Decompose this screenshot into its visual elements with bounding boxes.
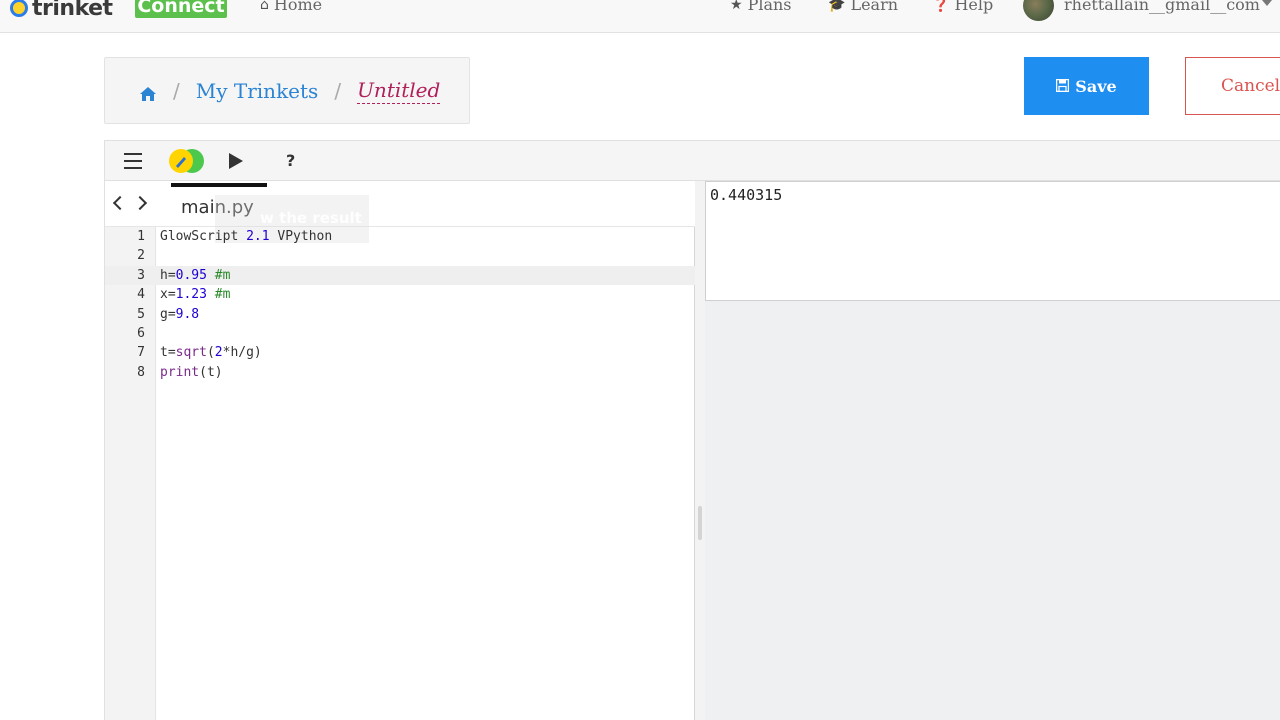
- glowscript-engine-icon[interactable]: [168, 148, 206, 174]
- nav-home-link[interactable]: ⌂ Home: [260, 0, 322, 14]
- tooltip-text: w the result: [260, 209, 362, 227]
- line-number: 6: [137, 325, 145, 341]
- output-text: 0.440315: [710, 186, 783, 204]
- line-number: 4: [137, 287, 145, 303]
- active-tab-indicator: [171, 183, 267, 187]
- code-area[interactable]: 1 GlowScript 2.1 VPython 2 3 h=0.95 #m 4 x=1.2…: [105, 227, 695, 382]
- user-menu[interactable]: rhettallain__gmail__com: [1064, 0, 1260, 14]
- code-line[interactable]: 7 t=sqrt(2*h/g): [105, 343, 695, 362]
- code-line[interactable]: 1 GlowScript 2.1 VPython: [105, 227, 695, 246]
- editor-toolbar: ?: [104, 140, 1280, 181]
- chevron-left-icon[interactable]: [112, 195, 128, 211]
- breadcrumb: / My Trinkets / Untitled: [104, 57, 470, 124]
- breadcrumb-my-trinkets[interactable]: My Trinkets: [196, 79, 319, 103]
- code-line[interactable]: 6: [105, 324, 695, 343]
- nav-learn-label: Learn: [850, 0, 899, 14]
- line-number: 5: [137, 306, 145, 322]
- code-line[interactable]: 4 x=1.23 #m: [105, 285, 695, 304]
- top-nav: trinket Connect ⌂ Home ★ Plans 🎓 Learn ❓…: [0, 0, 1280, 33]
- chevron-down-icon[interactable]: [1262, 0, 1272, 6]
- nav-home-label: Home: [273, 0, 323, 14]
- code-text: print(t): [160, 364, 223, 380]
- chevron-right-icon[interactable]: [132, 195, 148, 211]
- nav-plans-label: Plans: [747, 0, 792, 14]
- code-line[interactable]: 5 g=9.8: [105, 305, 695, 324]
- nav-help-link[interactable]: ❓ Help: [932, 0, 993, 14]
- avatar[interactable]: [1023, 0, 1054, 21]
- file-tab-bar: main.py w the result: [105, 181, 695, 243]
- line-number: 2: [137, 248, 145, 264]
- line-number: 1: [137, 229, 145, 244]
- code-editor-pane: main.py w the result 1 GlowScript 2.1 VPy…: [104, 181, 695, 720]
- cancel-button[interactable]: Cancel: [1185, 57, 1280, 115]
- hamburger-menu-icon[interactable]: [124, 153, 142, 169]
- nav-plans-link[interactable]: ★ Plans: [730, 0, 792, 14]
- code-line[interactable]: 2: [105, 246, 695, 265]
- username: rhettallain__gmail__com: [1064, 0, 1260, 14]
- connect-badge[interactable]: Connect: [135, 0, 227, 18]
- home-icon[interactable]: [139, 83, 157, 101]
- trinket-title[interactable]: Untitled: [357, 78, 441, 104]
- help-button[interactable]: ?: [286, 151, 295, 170]
- code-line[interactable]: 3 h=0.95 #m: [105, 265, 695, 286]
- floppy-disk-icon: [1056, 77, 1070, 96]
- code-text: h=0.95 #m: [160, 267, 231, 283]
- line-number: 7: [137, 345, 145, 361]
- star-icon: ★: [730, 0, 743, 13]
- splitter-grip-handle[interactable]: [698, 506, 702, 540]
- trinket-logo[interactable]: trinket: [10, 0, 113, 21]
- line-number: 8: [137, 364, 145, 380]
- code-text: g=9.8: [160, 306, 200, 322]
- code-text: x=1.23 #m: [160, 287, 231, 303]
- graduation-cap-icon: 🎓: [828, 0, 846, 13]
- nav-learn-link[interactable]: 🎓 Learn: [828, 0, 898, 14]
- breadcrumb-separator: /: [173, 78, 180, 103]
- output-pane: 0.440315: [705, 181, 1280, 720]
- code-text: GlowScript 2.1 VPython: [160, 229, 333, 244]
- trinket-logo-icon: [10, 0, 28, 17]
- nav-help-label: Help: [954, 0, 994, 14]
- question-circle-icon: ❓: [932, 0, 950, 13]
- save-button[interactable]: Save: [1024, 57, 1149, 115]
- code-line[interactable]: 8 print(t): [105, 363, 695, 382]
- logo-text: trinket: [32, 0, 113, 21]
- line-number: 3: [137, 267, 145, 283]
- code-text: t=sqrt(2*h/g): [160, 345, 262, 361]
- breadcrumb-separator: /: [334, 78, 342, 103]
- pane-splitter[interactable]: [695, 181, 705, 720]
- console-output: 0.440315: [705, 181, 1280, 301]
- run-play-icon[interactable]: [229, 153, 243, 169]
- save-label: Save: [1075, 76, 1117, 96]
- home-icon: ⌂: [260, 0, 269, 13]
